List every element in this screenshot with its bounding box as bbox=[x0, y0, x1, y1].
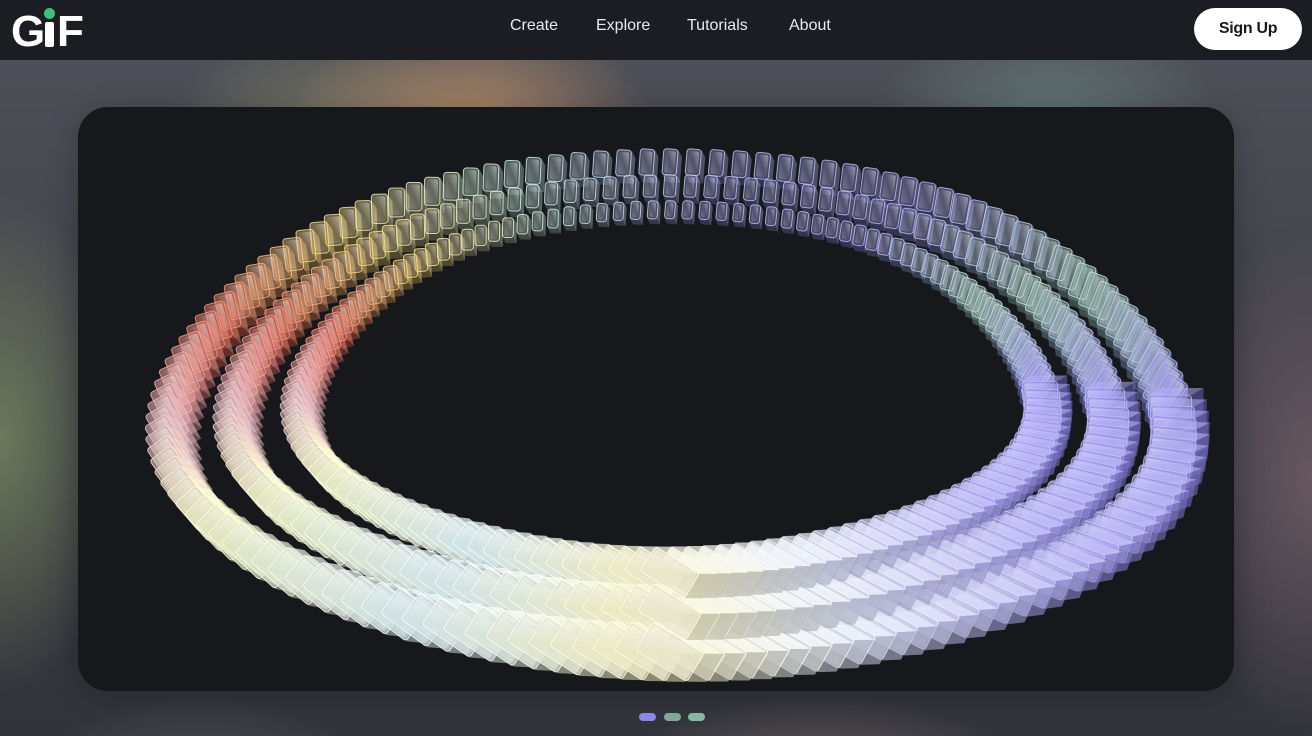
glass-cube bbox=[516, 214, 532, 240]
nav-link-tutorials[interactable]: Tutorials bbox=[687, 17, 748, 35]
glass-cube bbox=[835, 190, 855, 223]
glass-cube bbox=[715, 201, 730, 227]
glass-cube bbox=[543, 181, 562, 212]
glass-cube bbox=[474, 224, 490, 252]
glass-cube bbox=[489, 190, 508, 222]
glass-cube bbox=[579, 204, 594, 229]
glass-cube bbox=[681, 200, 696, 225]
glass-cube bbox=[764, 206, 780, 232]
glass-cube bbox=[642, 174, 660, 204]
glass-cube bbox=[501, 217, 517, 244]
glass-cube bbox=[472, 194, 491, 226]
glass-cube bbox=[683, 174, 701, 205]
glass-cube-ring-illustration bbox=[144, 148, 1211, 682]
glass-cube bbox=[799, 184, 819, 216]
sign-up-button[interactable]: Sign Up bbox=[1194, 8, 1302, 50]
top-nav-bar: G F Create Explore Tutorials About Sign … bbox=[0, 0, 1312, 60]
glass-cube bbox=[547, 208, 562, 234]
hero-image bbox=[78, 107, 1234, 691]
glass-cube bbox=[507, 187, 525, 218]
glass-cube bbox=[629, 200, 644, 226]
glass-cube bbox=[664, 200, 679, 225]
nav-link-create[interactable]: Create bbox=[510, 17, 558, 35]
glass-cube bbox=[525, 184, 543, 215]
glass-cube bbox=[582, 177, 600, 208]
glass-cube bbox=[612, 201, 627, 226]
carousel-dot-3[interactable] bbox=[688, 713, 705, 721]
glass-cube bbox=[762, 179, 781, 210]
glass-cube bbox=[622, 174, 640, 205]
glass-cube bbox=[662, 174, 681, 204]
glass-cube bbox=[455, 198, 474, 231]
carousel-dot-2[interactable] bbox=[664, 713, 681, 721]
glass-cube bbox=[646, 200, 661, 225]
glass-cube bbox=[723, 175, 741, 206]
svg-text:F: F bbox=[57, 7, 84, 52]
glass-cube bbox=[595, 202, 611, 228]
glass-cube bbox=[531, 211, 547, 237]
nav-link-explore[interactable]: Explore bbox=[596, 17, 650, 35]
glass-cube bbox=[698, 200, 713, 226]
glass-cube bbox=[563, 179, 581, 210]
glass-cube bbox=[810, 213, 827, 241]
glass-cube bbox=[602, 176, 620, 206]
glass-cube bbox=[487, 220, 503, 247]
gif-logo[interactable]: G F bbox=[11, 6, 93, 52]
glass-cube bbox=[817, 187, 837, 219]
carousel-dot-1[interactable] bbox=[639, 713, 656, 721]
glass-cube bbox=[562, 206, 578, 232]
glass-cube bbox=[825, 217, 842, 245]
glass-cube bbox=[795, 211, 812, 238]
glass-cube bbox=[781, 181, 800, 213]
glass-cube bbox=[703, 174, 721, 205]
glass-cube bbox=[780, 208, 796, 235]
glass-cube bbox=[732, 202, 747, 228]
nav-link-about[interactable]: About bbox=[789, 17, 831, 35]
glass-cube bbox=[748, 204, 764, 230]
glass-cube bbox=[742, 177, 761, 208]
carousel-indicators bbox=[639, 713, 709, 721]
svg-text:G: G bbox=[11, 7, 43, 52]
